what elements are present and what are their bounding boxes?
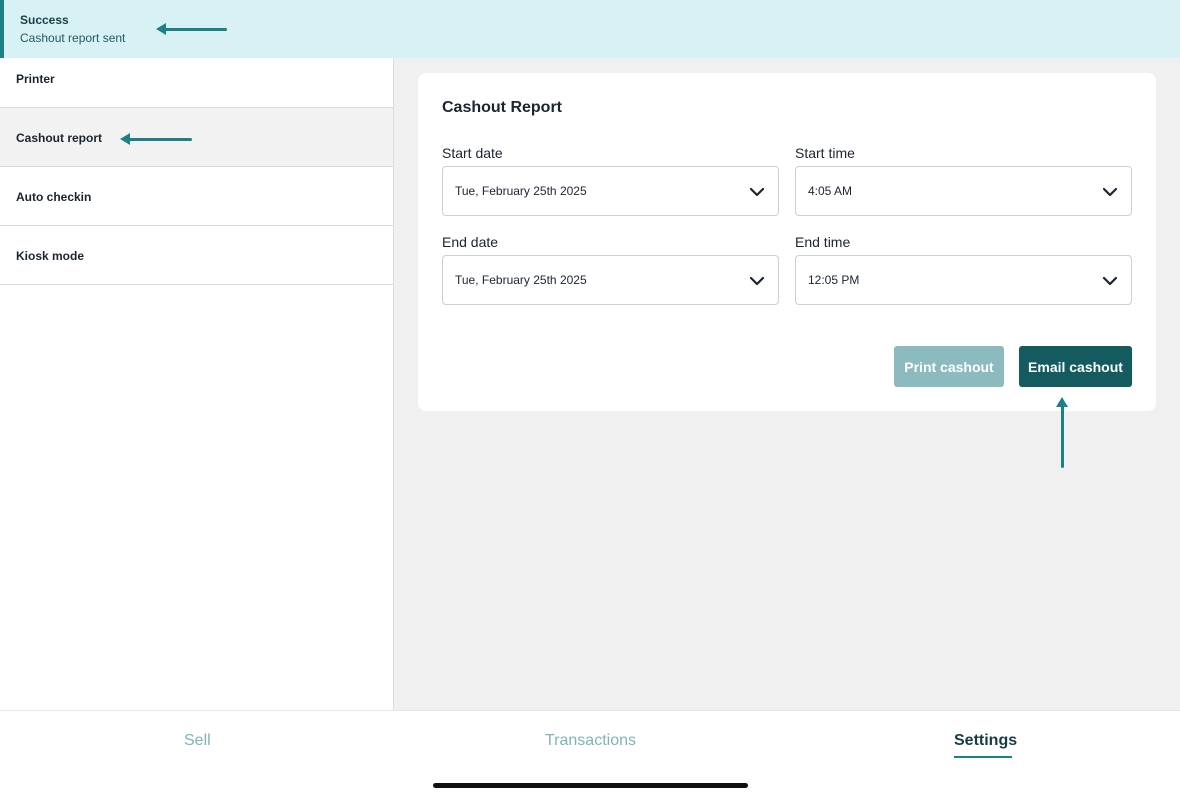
card-title: Cashout Report xyxy=(442,99,562,116)
tab-sell[interactable]: Sell xyxy=(184,732,211,750)
cashout-report-card: Cashout Report Start date Tue, February … xyxy=(418,73,1156,411)
chevron-down-icon xyxy=(749,276,765,286)
sidebar-item-label: Auto checkin xyxy=(16,190,92,204)
main-content: Cashout Report Start date Tue, February … xyxy=(394,58,1180,710)
tab-settings[interactable]: Settings xyxy=(954,732,1017,750)
settings-sidebar: Printer Cashout report Auto checkin Kios… xyxy=(0,58,394,710)
end-time-select[interactable]: 12:05 PM xyxy=(795,255,1132,305)
end-time-value: 12:05 PM xyxy=(808,273,860,287)
sidebar-item-printer[interactable]: Printer xyxy=(0,58,393,108)
start-time-value: 4:05 AM xyxy=(808,184,853,198)
sidebar-annotation-arrow-icon xyxy=(120,132,192,146)
chevron-down-icon xyxy=(1102,276,1118,286)
print-cashout-button[interactable]: Print cashout xyxy=(894,346,1004,387)
sidebar-item-cashout-report[interactable]: Cashout report xyxy=(0,108,393,167)
end-date-label: End date xyxy=(442,234,499,250)
end-time-label: End time xyxy=(795,234,851,250)
sidebar-item-label: Cashout report xyxy=(16,131,103,145)
start-time-label: Start time xyxy=(795,145,855,161)
toast-annotation-arrow-icon xyxy=(156,22,227,36)
sidebar-item-label: Kiosk mode xyxy=(16,249,85,263)
tab-transactions[interactable]: Transactions xyxy=(545,732,636,750)
start-time-select[interactable]: 4:05 AM xyxy=(795,166,1132,216)
active-tab-indicator xyxy=(954,756,1012,758)
email-cashout-button[interactable]: Email cashout xyxy=(1019,346,1132,387)
bottom-tab-bar: Sell Transactions Settings xyxy=(0,710,1180,795)
start-date-select[interactable]: Tue, February 25th 2025 xyxy=(442,166,779,216)
toast-title: Success xyxy=(20,13,69,27)
sidebar-item-auto-checkin[interactable]: Auto checkin xyxy=(0,167,393,226)
sidebar-item-kiosk-mode[interactable]: Kiosk mode xyxy=(0,226,393,285)
sidebar-item-label: Printer xyxy=(16,72,55,86)
end-date-value: Tue, February 25th 2025 xyxy=(455,273,587,287)
email-annotation-arrow-icon xyxy=(1055,397,1069,468)
home-indicator[interactable] xyxy=(433,783,748,788)
toast-message: Cashout report sent xyxy=(20,31,126,45)
start-date-label: Start date xyxy=(442,145,503,161)
chevron-down-icon xyxy=(1102,187,1118,197)
start-date-value: Tue, February 25th 2025 xyxy=(455,184,587,198)
chevron-down-icon xyxy=(749,187,765,197)
end-date-select[interactable]: Tue, February 25th 2025 xyxy=(442,255,779,305)
